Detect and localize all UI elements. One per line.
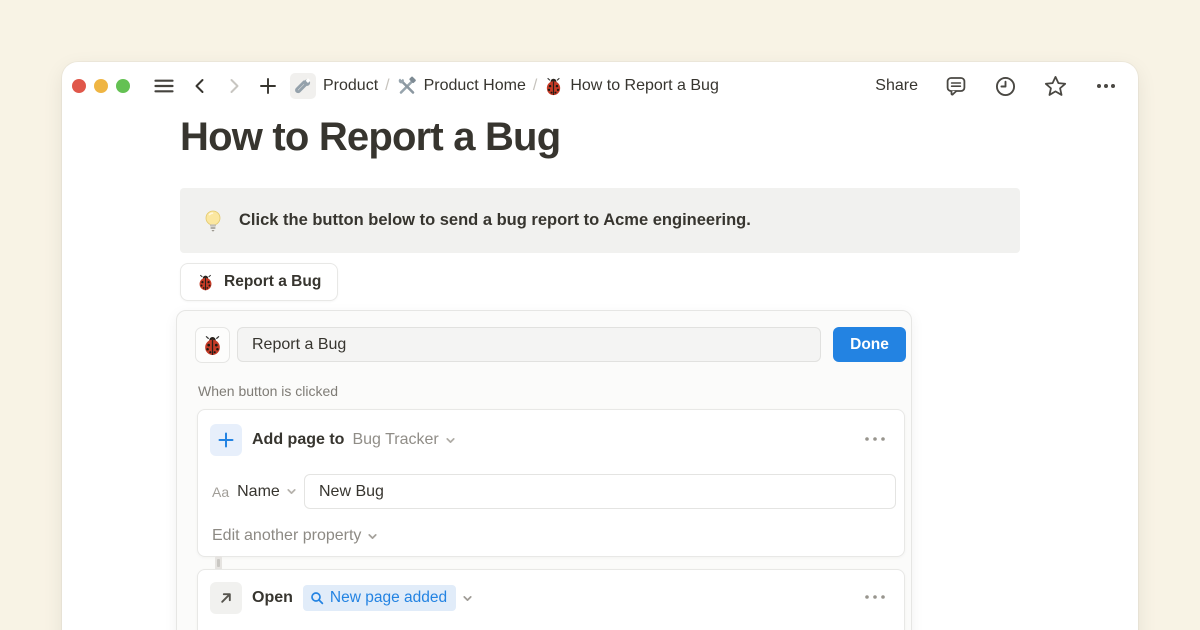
open-target-chip-label: New page added [330,589,447,607]
nav-forward-button[interactable] [224,76,244,96]
traffic-lights [72,79,130,93]
topbar: Product / Product Home / [62,62,1138,110]
edit-another-property-button[interactable]: Edit another property [212,524,379,548]
nav-back-button[interactable] [190,76,210,96]
updates-button[interactable] [994,75,1017,98]
comments-button[interactable] [944,74,968,98]
chevron-right-icon [224,76,244,96]
step-options-button[interactable] [862,434,888,444]
new-page-button[interactable] [258,76,278,96]
action-label: Open [252,589,293,607]
button-name-input[interactable] [237,327,821,362]
chevron-down-icon [285,485,298,498]
callout-text: Click the button below to send a bug rep… [239,211,751,230]
search-icon [310,591,324,605]
breadcrumb-item-product-home[interactable]: Product Home [397,76,526,96]
zoom-window-button[interactable] [116,79,130,93]
step-card-open-page: Open New page added [197,569,905,630]
callout-block: Click the button below to send a bug rep… [180,188,1020,253]
star-icon [1043,74,1068,99]
property-value-input[interactable] [304,474,896,509]
app-window: Product / Product Home / [62,62,1138,630]
topbar-actions: Share [875,74,1118,99]
open-icon-chip [210,582,242,614]
plus-icon [258,76,278,96]
breadcrumb-separator: / [533,77,537,95]
ladybug-icon [197,274,214,291]
property-select[interactable]: Name [229,483,298,501]
step-card-add-page: Add page to Bug Tracker Aa [197,409,905,557]
breadcrumb-item-product[interactable]: Product [290,73,378,99]
favorite-button[interactable] [1043,74,1068,99]
ellipsis-icon [864,436,886,442]
light-bulb-icon [202,209,224,233]
chevron-down-icon [444,434,457,447]
step-options-button[interactable] [862,592,888,602]
open-target-dropdown[interactable] [461,592,474,605]
share-button[interactable]: Share [875,77,918,95]
arrow-up-right-icon [217,589,235,607]
add-page-icon-chip [210,424,242,456]
breadcrumb: Product / Product Home / [290,73,719,99]
button-icon-picker[interactable] [195,327,230,363]
database-select[interactable]: Bug Tracker [344,431,456,449]
breadcrumb-item-current-page[interactable]: How to Report a Bug [544,77,719,96]
report-a-bug-button-label: Report a Bug [224,273,321,291]
breadcrumb-separator: / [385,77,389,95]
ellipsis-icon [864,594,886,600]
minimize-window-button[interactable] [94,79,108,93]
property-select-value: Name [237,483,280,501]
ladybug-icon [202,335,223,356]
more-options-button[interactable] [1094,74,1118,98]
hamburger-icon [152,74,176,98]
ellipsis-icon [1094,74,1118,98]
database-select-value: Bug Tracker [352,431,438,449]
action-label: Add page to [252,431,344,449]
chevron-left-icon [190,76,210,96]
close-window-button[interactable] [72,79,86,93]
chevron-down-icon [461,592,474,605]
chevron-down-icon [366,530,379,543]
sidebar-menu-button[interactable] [152,74,176,98]
done-button[interactable]: Done [833,327,906,362]
property-type-label: Aa [212,484,229,500]
trigger-label: When button is clicked [198,383,338,399]
clock-icon [994,75,1017,98]
hammer-wrench-icon [397,76,417,96]
report-a-bug-button[interactable]: Report a Bug [180,263,338,301]
page-title[interactable]: How to Report a Bug [180,115,560,160]
open-target-chip[interactable]: New page added [303,585,456,611]
wrench-icon [295,78,312,95]
comment-icon [944,74,968,98]
step-connector [215,556,222,570]
ladybug-icon [544,77,563,96]
button-editor-panel: Done When button is clicked Add page to … [176,310,912,630]
plus-icon [217,431,235,449]
